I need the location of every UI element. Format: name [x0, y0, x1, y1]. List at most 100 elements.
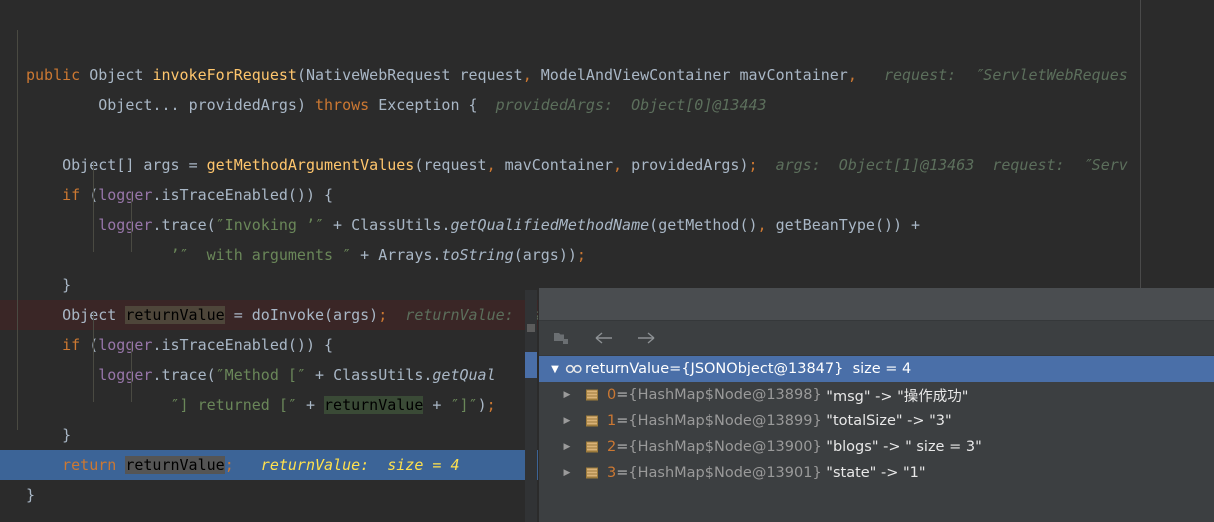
variables-tree-root-row[interactable]: ▼ returnValue = {JSONObject@13847} size =… [539, 356, 1214, 382]
code-token: providedArgs [622, 156, 740, 174]
code-token: getMethod [658, 216, 740, 234]
code-line[interactable]: public Object invokeForRequest(NativeWeb… [0, 60, 1214, 90]
debugger-variables-panel[interactable]: ▼ returnValue = {JSONObject@13847} size =… [538, 288, 1214, 522]
variables-tree-row[interactable]: ▶ 1 = {HashMap$Node@13899} "totalSize" ->… [539, 408, 1214, 434]
code-token: throws [315, 96, 379, 114]
inline-debug-hint: args: Object[1]@13463 request: ″Serv [757, 156, 1128, 174]
entry-index: 3 [607, 465, 617, 481]
code-token: mavContainer [495, 156, 614, 174]
code-token: doInvoke [251, 306, 325, 324]
entry-ref: {HashMap$Node@13899} [628, 413, 822, 429]
indent-guide [93, 162, 94, 252]
entry-value: "totalSize" -> "3" [821, 413, 952, 429]
variable-size: size = 4 [843, 361, 912, 377]
map-entry-icon [581, 414, 603, 428]
code-token: getBeanType [766, 216, 875, 234]
code-token: Object [26, 96, 153, 114]
code-token: ) [477, 396, 487, 414]
chevron-right-icon[interactable]: ▶ [559, 416, 575, 426]
entry-equals: = [616, 413, 629, 429]
inline-debug-hint: returnValue: size = 4 [233, 456, 460, 474]
code-token: + [351, 246, 379, 264]
chevron-right-icon[interactable]: ▶ [559, 390, 575, 400]
code-token: ) [739, 156, 749, 174]
code-token: ; [378, 306, 388, 324]
editor-scrollbar-thumb[interactable] [525, 352, 537, 378]
highlighted-identifier: returnValue [125, 456, 225, 474]
code-token: = [224, 306, 252, 324]
code-line[interactable]: logger.trace(″Invoking ’″ + ClassUtils.g… [0, 210, 1214, 240]
forward-arrow-icon[interactable] [635, 327, 657, 349]
code-token: ; [576, 246, 586, 264]
entry-ref: {HashMap$Node@13900} [628, 439, 822, 455]
entry-index: 1 [607, 413, 617, 429]
code-token: } [26, 276, 72, 294]
variable-name: returnValue [585, 361, 670, 377]
code-token: ″Method [″ [215, 366, 306, 384]
code-token: ; [486, 396, 496, 414]
copy-value-icon[interactable] [551, 327, 573, 349]
variable-ref: {JSONObject@13847} [681, 361, 844, 377]
code-token: logger [98, 336, 153, 354]
code-token: ″]″ [450, 396, 478, 414]
entry-value: "blogs" -> " size = 3" [821, 439, 982, 455]
code-line[interactable]: if (logger.isTraceEnabled()) { [0, 180, 1214, 210]
code-token: ()) + [874, 216, 921, 234]
code-token: , [613, 156, 623, 174]
code-token: ( [206, 216, 216, 234]
code-token: ( [296, 66, 306, 84]
code-line[interactable] [0, 120, 1214, 150]
code-token: invokeForRequest [152, 66, 297, 84]
code-token: Exception [378, 96, 469, 114]
code-token: ... [152, 96, 189, 114]
code-token: + [305, 366, 334, 384]
code-token: ()) { [287, 336, 334, 354]
variables-tree-row[interactable]: ▶ 0 = {HashMap$Node@13898} "msg" -> "操作成功… [539, 382, 1214, 408]
code-line[interactable]: Object[] args = getMethodArgumentValues(… [0, 150, 1214, 180]
code-token: (args)) [513, 246, 577, 264]
editor-scrollbar-marker [527, 324, 535, 332]
inline-debug-hint: request: ″ServletWebReques [856, 66, 1128, 84]
indent-guide [131, 342, 132, 402]
code-token: isTraceEnabled [161, 336, 288, 354]
chevron-right-icon[interactable]: ▶ [559, 442, 575, 452]
code-token: + [296, 396, 325, 414]
back-arrow-icon[interactable] [593, 327, 615, 349]
variables-tree-row[interactable]: ▶ 3 = {HashMap$Node@13901} "state" -> "1" [539, 460, 1214, 486]
entry-value: "msg" -> "操作成功" [821, 388, 969, 405]
variable-equals: = [669, 361, 682, 377]
code-token: ; [748, 156, 758, 174]
code-token: ClassUtils [351, 216, 442, 234]
code-token: ClassUtils [333, 366, 424, 384]
inline-debug-hint: providedArgs: Object[0]@13443 [477, 96, 767, 114]
map-entry-icon [581, 388, 603, 402]
indent-guide [17, 30, 18, 430]
code-token: ( [206, 366, 216, 384]
entry-value: "state" -> "1" [821, 465, 926, 481]
code-line[interactable]: ’″ with arguments ″ + Arrays.toString(ar… [0, 240, 1214, 270]
code-token: return [62, 456, 126, 474]
entry-equals: = [616, 439, 629, 455]
code-token: logger [98, 186, 153, 204]
chevron-down-icon[interactable]: ▼ [547, 364, 563, 375]
map-entry-icon [581, 466, 603, 480]
code-token: , [522, 66, 532, 84]
chevron-right-icon[interactable]: ▶ [559, 468, 575, 478]
code-token: ) [296, 96, 315, 114]
entry-equals: = [616, 465, 629, 481]
code-token: Object [26, 306, 126, 324]
code-token: isTraceEnabled [161, 186, 288, 204]
debugger-toolbar[interactable] [539, 321, 1214, 356]
code-token: } [26, 486, 36, 504]
watch-variable-icon [563, 362, 585, 376]
code-token: logger [98, 366, 153, 384]
code-token: ; [224, 456, 234, 474]
variables-tree[interactable]: ▼ returnValue = {JSONObject@13847} size =… [539, 356, 1214, 486]
code-token: if [62, 186, 90, 204]
highlighted-identifier: returnValue [324, 396, 424, 414]
code-token: logger [98, 216, 153, 234]
code-line[interactable]: Object... providedArgs) throws Exception… [0, 90, 1214, 120]
code-token: = [188, 156, 207, 174]
variables-tree-row[interactable]: ▶ 2 = {HashMap$Node@13900} "blogs" -> " s… [539, 434, 1214, 460]
